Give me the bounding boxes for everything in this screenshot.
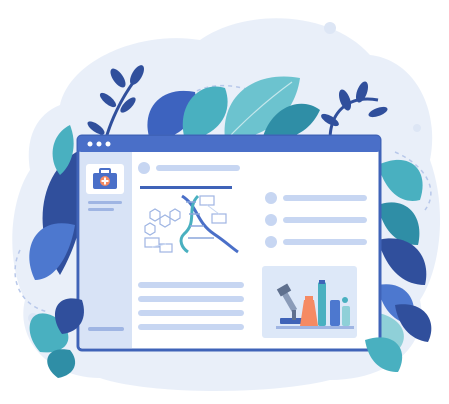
list-text-line bbox=[283, 217, 367, 223]
leaf-icon bbox=[47, 349, 76, 378]
list-text-line bbox=[283, 239, 367, 245]
header-text-line bbox=[156, 165, 240, 171]
dot-icon bbox=[105, 141, 111, 147]
sidebar-line bbox=[88, 208, 114, 211]
body-text-line bbox=[138, 324, 244, 330]
background-dot bbox=[413, 124, 421, 132]
list-bullet bbox=[265, 192, 277, 204]
sidebar-footer-line bbox=[88, 327, 124, 331]
avatar bbox=[138, 162, 150, 174]
dot-icon bbox=[96, 141, 102, 147]
window-titlebar bbox=[78, 136, 380, 152]
list-bullet bbox=[265, 236, 277, 248]
browser-window bbox=[76, 134, 382, 352]
body-text-line bbox=[138, 282, 244, 288]
medical-research-illustration bbox=[0, 0, 449, 404]
background-dot bbox=[324, 22, 336, 34]
body-text-line bbox=[138, 310, 244, 316]
sidebar-line bbox=[88, 201, 122, 204]
lab-equipment-illustration bbox=[262, 266, 357, 338]
list-text-line bbox=[283, 195, 367, 201]
body-text-line bbox=[138, 296, 244, 302]
dot-icon bbox=[87, 141, 93, 147]
list-bullet bbox=[265, 214, 277, 226]
